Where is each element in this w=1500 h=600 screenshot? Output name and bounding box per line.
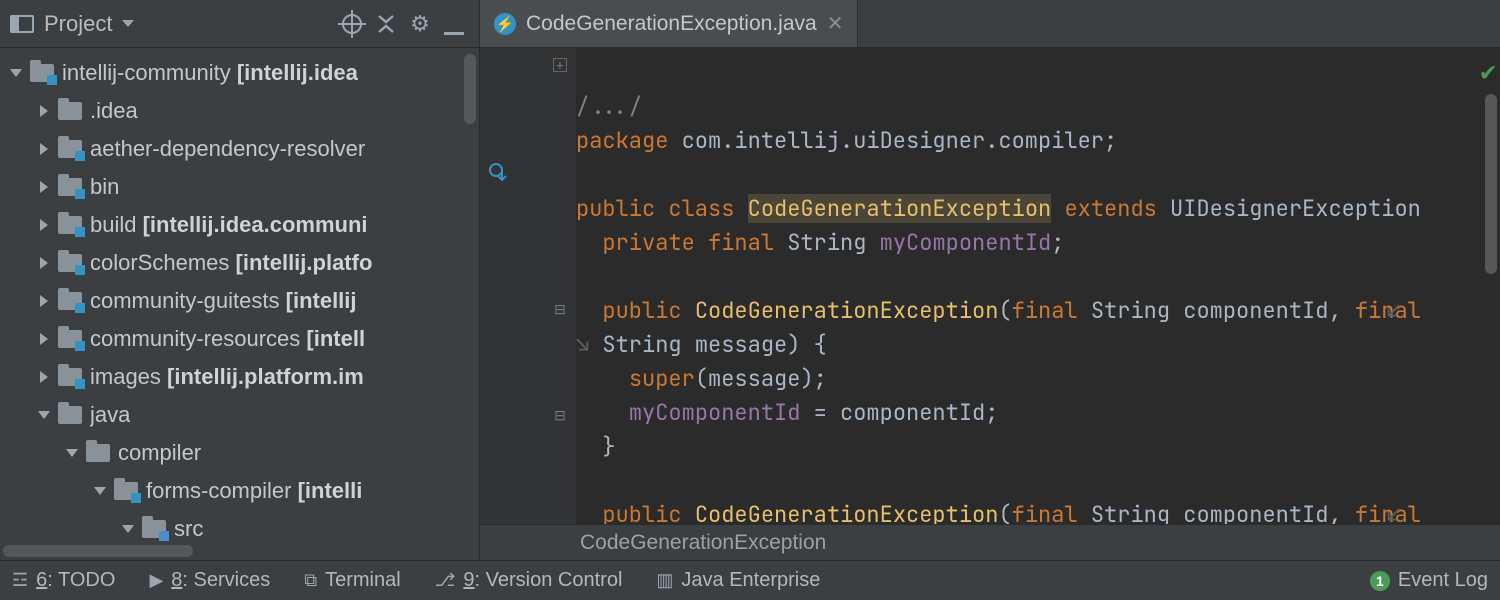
chevron-right-icon[interactable] [38,142,52,156]
folder-icon [86,444,110,462]
chevron-down-icon[interactable] [38,408,52,422]
tree-item[interactable]: community-guitests [intellij [0,282,479,320]
tree-item[interactable]: bin [0,168,479,206]
fold-end-icon[interactable]: ⊟ [553,408,567,422]
folder-icon [58,102,82,120]
tree-item[interactable]: src [0,510,479,548]
play-icon: ▶ [149,570,163,591]
tree-item-label: colorSchemes [intellij.platfo [90,250,372,276]
project-tool-window: Project ⚙ intellij-community [intellij.i… [0,0,480,560]
editor-scrollbar[interactable] [1485,94,1497,274]
java-class-icon: ⚡ [494,13,516,35]
tree-item[interactable]: build [intellij.idea.communi [0,206,479,244]
tree-item[interactable]: images [intellij.platform.im [0,358,479,396]
folder-icon [58,140,82,158]
folder-icon [58,216,82,234]
folder-icon [114,482,138,500]
tree-item-label: src [174,516,203,542]
code-folded-comment: /.../ [576,92,642,121]
close-icon[interactable]: ✕ [827,11,844,36]
folder-icon [58,254,82,272]
fold-plus-icon[interactable]: + [553,58,567,72]
tree-item[interactable]: forms-compiler [intelli [0,472,479,510]
scrollbar-vertical[interactable] [464,54,476,124]
tab-title: CodeGenerationException.java [526,12,817,36]
tree-item-label: intellij-community [intellij.idea [62,60,358,86]
tree-item-label: build [intellij.idea.communi [90,212,368,238]
tree-item[interactable]: community-resources [intell [0,320,479,358]
status-bar: ☲ 6: TODO ▶ 8: Services ⧉ Terminal ⎇ 9: … [0,560,1500,600]
breadcrumb-item[interactable]: CodeGenerationException [580,531,826,555]
terminal-icon: ⧉ [304,570,317,591]
soft-wrap-icon: ↙ [1387,498,1400,524]
editor-tab[interactable]: ⚡ CodeGenerationException.java ✕ [480,0,858,47]
editor-gutter[interactable]: + ⊟ ⊟ [480,48,576,524]
chevron-down-icon[interactable] [122,522,136,536]
project-view-icon [10,15,34,33]
folder-icon [142,520,166,538]
tree-item-label: .idea [90,98,138,124]
chevron-right-icon[interactable] [38,294,52,308]
notification-badge: 1 [1370,571,1390,591]
tree-item[interactable]: aether-dependency-resolver [0,130,479,168]
tree-item[interactable]: colorSchemes [intellij.platfo [0,244,479,282]
chevron-down-icon[interactable] [94,484,108,498]
chevron-right-icon[interactable] [38,256,52,270]
folder-icon [58,330,82,348]
minimize-icon[interactable] [440,10,468,38]
tree-item[interactable]: intellij-community [intellij.idea [0,54,479,92]
chevron-right-icon[interactable] [38,218,52,232]
soft-wrap-icon: ↙ [1387,294,1400,328]
scrollbar-horizontal[interactable] [3,545,193,557]
chevron-right-icon[interactable] [38,332,52,346]
tree-item[interactable]: java [0,396,479,434]
breadcrumb[interactable]: CodeGenerationException [480,524,1500,560]
branch-icon: ⎇ [435,570,456,591]
tool-window-services[interactable]: ▶ 8: Services [149,569,270,592]
tree-item[interactable]: .idea [0,92,479,130]
editor-area: ⚡ CodeGenerationException.java ✕ + ⊟ ⊟ /… [480,0,1500,560]
event-log[interactable]: 1 Event Log [1370,569,1488,592]
project-tree[interactable]: intellij-community [intellij.idea .idea ae… [0,48,479,560]
locate-icon[interactable] [338,10,366,38]
list-icon: ☲ [12,570,28,591]
tool-window-vcs[interactable]: ⎇ 9: Version Control [435,569,623,592]
module-icon: ▥ [656,570,673,591]
tree-item-label: bin [90,174,119,200]
tool-window-terminal[interactable]: ⧉ Terminal [304,569,400,592]
inspection-ok-icon[interactable]: ✔ [1480,54,1496,88]
folder-icon [58,368,82,386]
chevron-right-icon[interactable] [38,370,52,384]
chevron-down-icon[interactable] [66,446,80,460]
chevron-down-icon[interactable] [10,66,24,80]
project-toolbar: Project ⚙ [0,0,479,48]
tree-item-label: community-resources [intell [90,326,365,352]
chevron-right-icon[interactable] [38,104,52,118]
folder-icon [58,406,82,424]
fold-minus-icon[interactable]: ⊟ [553,302,567,316]
chevron-down-icon[interactable] [122,20,134,27]
tool-window-todo[interactable]: ☲ 6: TODO [12,569,115,592]
chevron-right-icon[interactable] [38,180,52,194]
folder-icon [58,178,82,196]
folder-icon [58,292,82,310]
tree-item-label: compiler [118,440,201,466]
tree-item-label: community-guitests [intellij [90,288,357,314]
tool-window-javaee[interactable]: ▥ Java Enterprise [656,569,820,592]
tree-item[interactable]: compiler [0,434,479,472]
tree-item-label: java [90,402,130,428]
code-editor[interactable]: /.../ package com.intellij.uiDesigner.co… [576,48,1500,524]
tree-item-label: images [intellij.platform.im [90,364,364,390]
tree-item-label: forms-compiler [intelli [146,478,362,504]
project-view-title[interactable]: Project [44,11,112,37]
tree-item-label: aether-dependency-resolver [90,136,365,162]
gear-icon[interactable]: ⚙ [406,10,434,38]
editor-tabs: ⚡ CodeGenerationException.java ✕ [480,0,1500,48]
override-marker-icon[interactable] [488,162,508,187]
folder-icon [30,64,54,82]
collapse-all-icon[interactable] [372,10,400,38]
